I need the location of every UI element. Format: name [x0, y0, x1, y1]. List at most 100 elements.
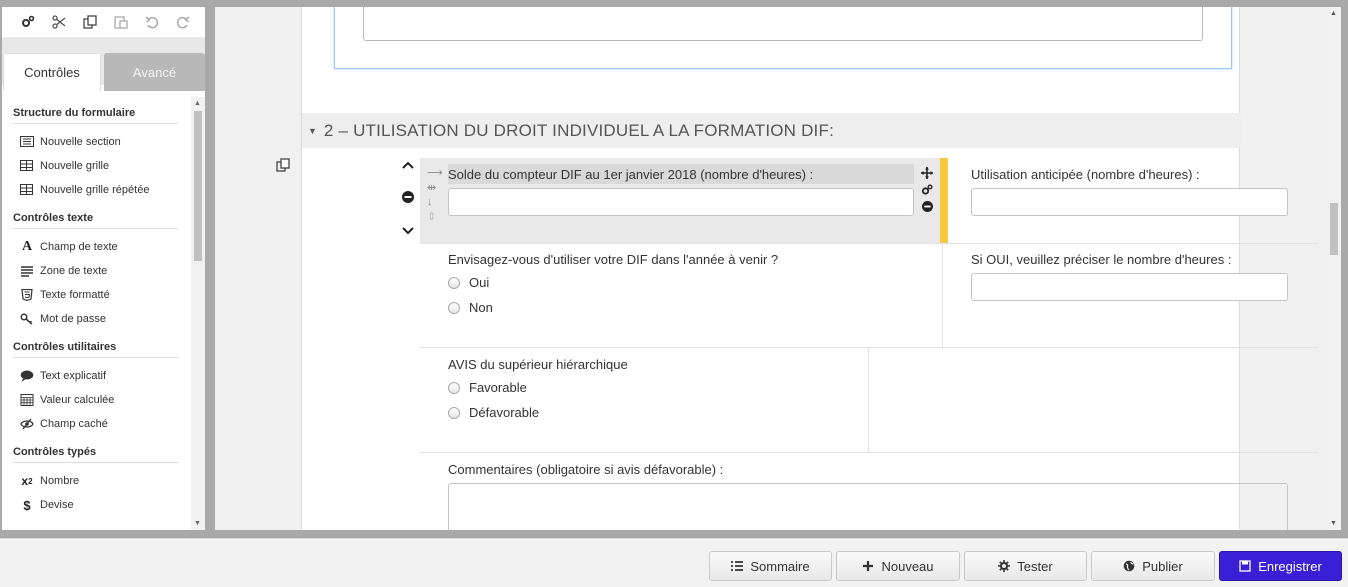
hours-detail-input[interactable] — [971, 273, 1288, 301]
anticipated-usage-input[interactable] — [971, 188, 1288, 216]
manager-opinion-label: AVIS du supérieur hiérarchique — [448, 357, 628, 372]
grid-cell: AVIS du supérieur hiérarchique Favorable… — [420, 348, 869, 452]
remove-cell-icon[interactable] — [920, 200, 934, 213]
copy-icon[interactable] — [80, 13, 99, 32]
section-header[interactable]: ▼ 2 – UTILISATION DU DROIT INDIVIDUEL A … — [302, 113, 1241, 148]
publish-button[interactable]: Publier — [1091, 551, 1215, 581]
cut-icon[interactable] — [49, 13, 68, 32]
control-label: Nouvelle grille — [40, 160, 110, 172]
save-button[interactable]: Enregistrer — [1219, 551, 1342, 581]
arrow-right-icon[interactable]: ⟶ — [427, 166, 443, 179]
control-explanatory-text[interactable]: Text explicatif — [13, 364, 189, 388]
scroll-down-icon[interactable]: ▼ — [194, 520, 201, 527]
grid-row-3: AVIS du supérieur hiérarchique Favorable… — [420, 348, 1318, 453]
section-title-structure: Structure du formulaire — [13, 97, 178, 124]
cell-tools — [920, 166, 934, 213]
text-area-icon — [19, 265, 35, 277]
paste-icon[interactable] — [111, 13, 130, 32]
control-currency[interactable]: $ Devise — [13, 493, 189, 517]
radio-label: Défavorable — [469, 405, 540, 420]
controls-scrollbar[interactable]: ▲ ▼ — [191, 97, 205, 530]
edit-toolbar — [2, 7, 205, 43]
grid-cell: Si OUI, veuillez préciser le nombre d'he… — [943, 243, 1318, 347]
control-label: Text explicatif — [40, 370, 107, 382]
globe-icon — [1123, 560, 1135, 572]
tab-advanced[interactable]: Avancé — [104, 53, 205, 91]
radio-non[interactable]: Non — [448, 300, 493, 315]
scrollbar-thumb[interactable] — [194, 111, 202, 261]
control-new-section[interactable]: Nouvelle section — [13, 130, 189, 154]
control-calculated-value[interactable]: Valeur calculée — [13, 388, 189, 412]
selected-grid-cell[interactable]: ⟶ ⇹ ↓ ⇕ Solde du compteur DIF au 1er jan… — [420, 158, 948, 243]
form-page: ▼ 2 – UTILISATION DU DROIT INDIVIDUEL A … — [301, 7, 1318, 530]
remove-row-icon[interactable] — [401, 190, 415, 204]
control-hidden-field[interactable]: Champ caché — [13, 412, 189, 436]
move-cell-icon[interactable] — [920, 166, 934, 179]
grid-icon — [19, 160, 35, 172]
radio-circle[interactable] — [448, 301, 460, 314]
repeat-grid-icon — [19, 184, 35, 196]
scroll-up-icon[interactable]: ▲ — [1330, 10, 1337, 17]
list-icon — [731, 561, 744, 571]
section-title: 2 – UTILISATION DU DROIT INDIVIDUEL A LA… — [323, 120, 834, 140]
summary-button[interactable]: Sommaire — [709, 551, 832, 581]
expand-icon[interactable]: ⇹ — [427, 181, 441, 194]
shrink-icon[interactable]: ⇕ — [427, 210, 441, 223]
control-text-field[interactable]: A Champ de texte — [13, 235, 189, 259]
radio-favorable[interactable]: Favorable — [448, 380, 527, 395]
selection-indicator — [940, 158, 948, 243]
control-formatted-text[interactable]: Texte formatté — [13, 283, 189, 307]
undo-icon[interactable] — [142, 13, 161, 32]
new-label: Nouveau — [881, 558, 934, 574]
test-label: Tester — [1017, 558, 1053, 574]
controls-panel: Contrôles Avancé Structure du formulaire… — [2, 7, 205, 530]
key-icon — [19, 313, 35, 325]
control-label: Valeur calculée — [40, 394, 115, 406]
control-label: Nombre — [40, 475, 80, 487]
grid-row-4: Commentaires (obligatoire si avis défavo… — [420, 453, 1318, 530]
comments-label: Commentaires (obligatoire si avis défavo… — [448, 462, 724, 477]
radio-circle[interactable] — [448, 381, 460, 394]
copy-section-icon[interactable] — [276, 158, 290, 172]
control-password[interactable]: Mot de passe — [13, 307, 189, 331]
control-text-area[interactable]: Zone de texte — [13, 259, 189, 283]
section-icon — [19, 136, 35, 148]
bottom-action-bar: Sommaire Nouveau Tester Publier Enregist… — [0, 538, 1348, 587]
drag-handles[interactable]: ⟶ ⇹ ↓ ⇕ — [427, 166, 443, 223]
radio-circle[interactable] — [448, 406, 460, 419]
empty-grid-cell[interactable] — [869, 348, 1318, 452]
hours-detail-label: Si OUI, veuillez préciser le nombre d'he… — [971, 252, 1232, 267]
canvas-gutter-left — [215, 7, 301, 530]
grid-cell: Envisagez-vous d'utiliser votre DIF dans… — [420, 243, 943, 347]
plus-icon — [863, 561, 874, 571]
section-title-text: Contrôles texte — [13, 202, 178, 229]
canvas-scrollbar[interactable]: ▲ ▼ — [1327, 7, 1341, 530]
control-number[interactable]: x2 Nombre — [13, 469, 189, 493]
comments-textarea[interactable] — [448, 483, 1288, 530]
redo-icon[interactable] — [173, 13, 192, 32]
radio-oui[interactable]: Oui — [448, 275, 489, 290]
save-label: Enregistrer — [1258, 558, 1322, 574]
move-row-down-icon[interactable] — [401, 224, 415, 238]
arrow-down-icon[interactable]: ↓ — [427, 196, 441, 208]
controls-list: Structure du formulaire Nouvelle section… — [2, 97, 189, 530]
test-button[interactable]: Tester — [964, 551, 1087, 581]
dif-balance-input[interactable] — [448, 188, 914, 216]
control-new-grid[interactable]: Nouvelle grille — [13, 154, 189, 178]
move-row-up-icon[interactable] — [401, 158, 415, 172]
caret-down-icon[interactable]: ▼ — [308, 126, 317, 136]
scroll-up-icon[interactable]: ▲ — [194, 100, 201, 107]
radio-circle[interactable] — [448, 276, 460, 289]
tab-controls[interactable]: Contrôles — [3, 53, 101, 91]
radio-defavorable[interactable]: Défavorable — [448, 405, 539, 420]
new-button[interactable]: Nouveau — [836, 551, 960, 581]
control-new-repeated-grid[interactable]: Nouvelle grille répétée — [13, 178, 189, 202]
scroll-down-icon[interactable]: ▼ — [1330, 520, 1337, 527]
selected-field-frame — [334, 7, 1232, 69]
radio-label: Oui — [469, 275, 490, 290]
control-label: Champ caché — [40, 418, 108, 430]
settings-icon[interactable] — [18, 13, 37, 32]
cell-settings-icon[interactable] — [920, 183, 934, 196]
scrollbar-thumb[interactable] — [1330, 203, 1338, 255]
previous-text-area[interactable] — [363, 7, 1203, 41]
